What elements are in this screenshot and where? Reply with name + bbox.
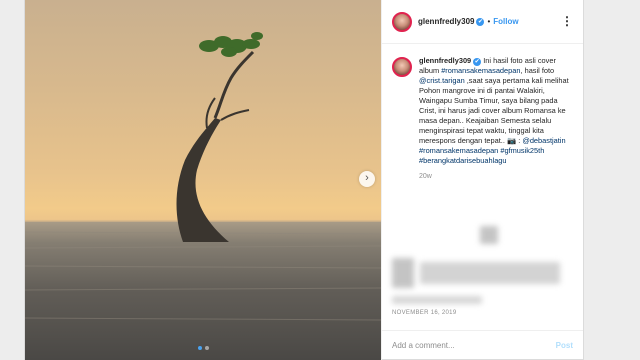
comment-input[interactable]: Add a comment... (392, 341, 556, 350)
post-sidebar: glennfredly309 ✔ • Follow ⋮ glennfredly3… (381, 0, 583, 360)
hashtag-link[interactable]: #romansakemasadepan (441, 66, 520, 75)
caption-avatar[interactable] (392, 57, 412, 77)
blurred-region (420, 262, 560, 284)
chevron-right-icon: › (365, 172, 369, 184)
carousel-dot (204, 346, 209, 350)
hashtag-link[interactable]: #romansakemasadepan (419, 146, 498, 155)
follow-button[interactable]: Follow (493, 17, 518, 26)
blurred-region (480, 226, 498, 244)
avatar[interactable] (392, 11, 412, 32)
caption-fragment (566, 136, 568, 145)
separator-dot: • (487, 17, 491, 26)
carousel-indicator (25, 346, 381, 350)
hashtag-link[interactable]: #berangkatdarisebuahlagu (419, 156, 507, 165)
post-caption: glennfredly309 ✔ Ini hasil foto asli cove… (382, 44, 583, 180)
mention-link[interactable]: @crist.tarigan (419, 76, 465, 85)
carousel-dot (197, 346, 202, 350)
caption-username[interactable]: glennfredly309 (419, 56, 471, 65)
blurred-region (392, 258, 414, 288)
verified-badge-icon: ✔ (476, 17, 485, 26)
username-link[interactable]: glennfredly309 (418, 17, 474, 26)
caption-fragment: ,saat saya pertama kali melihat Pohon ma… (419, 76, 571, 145)
instagram-post: › glennfredly309 ✔ • Follow ⋮ glennfredl… (24, 0, 584, 360)
post-header: glennfredly309 ✔ • Follow ⋮ (382, 0, 583, 44)
post-date: NOVEMBER 16, 2019 (392, 310, 457, 316)
caption-fragment (544, 146, 546, 155)
mangrove-tree-image (25, 32, 381, 360)
caption-timestamp: 20w (419, 173, 432, 180)
comment-bar: Add a comment... Post (382, 330, 583, 360)
hashtag-link[interactable]: #gfmusik25th (500, 146, 544, 155)
caption-text: glennfredly309 ✔ Ini hasil foto asli cove… (419, 56, 573, 166)
carousel-next-button[interactable]: › (359, 171, 375, 187)
more-options-icon[interactable]: ⋮ (561, 14, 573, 28)
post-comment-button[interactable]: Post (556, 341, 573, 350)
camera-emoji: 📷 (506, 136, 517, 145)
verified-badge-icon: ✔ (473, 58, 482, 66)
mention-link[interactable]: @debastjatin (522, 136, 565, 145)
caption-fragment: , hasil foto (520, 66, 557, 75)
post-photo[interactable]: › (25, 0, 381, 360)
blurred-region (392, 296, 482, 304)
